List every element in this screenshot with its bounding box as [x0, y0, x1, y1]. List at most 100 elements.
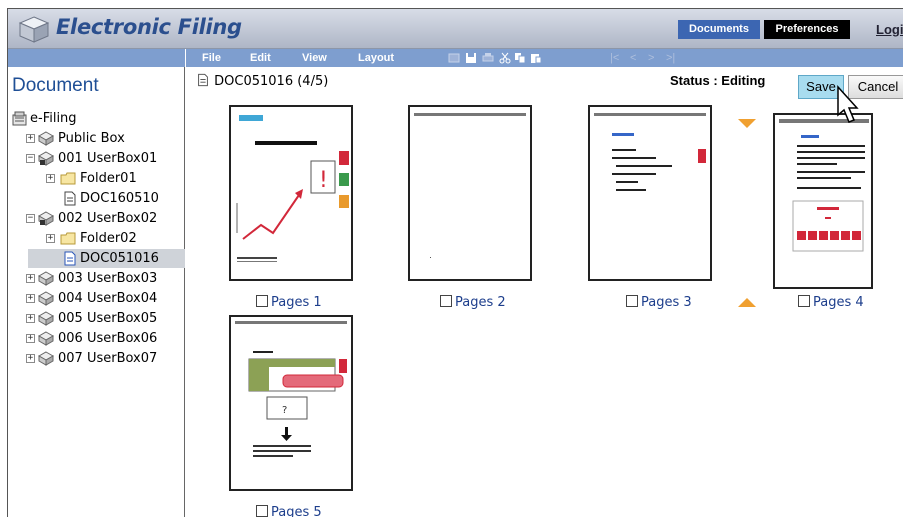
expand-icon[interactable]: + [46, 234, 55, 243]
tree-label: DOC160510 [80, 191, 159, 206]
sidebar-title: Document [12, 75, 99, 96]
tree-item-doc051016[interactable]: DOC051016 [28, 249, 185, 268]
scan-icon[interactable] [448, 52, 460, 64]
efiling-root-icon [12, 111, 27, 126]
userbox-icon [38, 331, 54, 346]
next-page-icon[interactable]: > [648, 49, 654, 67]
tab-documents[interactable]: Documents [678, 20, 760, 39]
tree-label: 002 UserBox02 [58, 211, 158, 226]
collapse-icon[interactable]: − [26, 214, 35, 223]
page-label-5[interactable]: Pages 5 [256, 504, 322, 517]
page-label-4[interactable]: Pages 4 [798, 294, 864, 311]
mouse-pointer-icon [837, 85, 859, 123]
tree-item-userbox04[interactable]: + 004 UserBox04 [26, 289, 159, 308]
tree-label: 004 UserBox04 [58, 291, 158, 306]
app-title: Electronic Filing [56, 15, 242, 39]
tree-item-userbox01[interactable]: − 001 UserBox01 [26, 149, 159, 168]
last-page-icon[interactable]: >| [666, 49, 675, 67]
document-icon [64, 191, 76, 206]
tree-item-doc160510[interactable]: DOC160510 [62, 189, 161, 208]
expand-icon[interactable]: + [26, 354, 35, 363]
main-pane: DOC051016 (4/5) Status : Editing Save Ca… [186, 67, 903, 517]
page-label-3[interactable]: Pages 3 [626, 294, 692, 311]
tree-label: 006 UserBox06 [58, 331, 158, 346]
public-box-icon [38, 131, 54, 146]
tab-preferences[interactable]: Preferences [764, 20, 850, 39]
tree-item-folder02[interactable]: + Folder02 [46, 229, 139, 248]
folder-icon [60, 172, 76, 185]
userbox-icon [38, 291, 54, 306]
app-frame: Electronic Filing Documents Preferences … [7, 8, 903, 517]
menu-layout[interactable]: Layout [358, 49, 394, 67]
tree-item-userbox02[interactable]: − 002 UserBox02 [26, 209, 159, 228]
page-3-label-text: Pages 3 [641, 295, 692, 310]
tree-item-userbox05[interactable]: + 005 UserBox05 [26, 309, 159, 328]
tree-item-userbox06[interactable]: + 006 UserBox06 [26, 329, 159, 348]
tree-label: 007 UserBox07 [58, 351, 158, 366]
page-label-2[interactable]: Pages 2 [440, 294, 506, 311]
userbox-icon [38, 311, 54, 326]
menu-view[interactable]: View [302, 49, 327, 67]
page-thumbnail-2[interactable] [408, 105, 532, 281]
move-down-icon[interactable] [738, 119, 756, 128]
page-2-label-text: Pages 2 [455, 295, 506, 310]
document-title: DOC051016 [214, 74, 294, 89]
userbox-icon [38, 271, 54, 286]
page-5-checkbox[interactable] [256, 505, 268, 517]
previous-page-icon[interactable]: < [630, 49, 636, 67]
expand-icon[interactable]: + [26, 314, 35, 323]
tree-item-efiling[interactable]: e-Filing [12, 109, 79, 128]
tree-label: Folder01 [80, 171, 137, 186]
tree-label: 003 UserBox03 [58, 271, 158, 286]
tree-item-folder01[interactable]: + Folder01 [46, 169, 139, 188]
svg-text:!: ! [319, 168, 328, 193]
login-link[interactable]: Logi [876, 20, 903, 39]
move-up-icon[interactable] [738, 298, 756, 307]
tree-label: Folder02 [80, 231, 137, 246]
expand-icon[interactable]: + [26, 334, 35, 343]
page-4-label-text: Pages 4 [813, 295, 864, 310]
expand-icon[interactable]: + [46, 174, 55, 183]
expand-icon[interactable]: + [26, 294, 35, 303]
page-label-1[interactable]: Pages 1 [256, 294, 322, 311]
locked-userbox-icon [38, 211, 54, 226]
efiling-logo-icon [18, 16, 50, 43]
tree-label: DOC051016 [78, 249, 161, 268]
cut-icon[interactable] [499, 52, 511, 64]
page-4-checkbox[interactable] [798, 295, 810, 307]
page-1-preview: ! [236, 115, 349, 262]
paste-icon[interactable] [530, 52, 542, 64]
page-2-checkbox[interactable] [440, 295, 452, 307]
expand-icon[interactable]: + [26, 274, 35, 283]
first-page-icon[interactable]: |< [610, 49, 619, 67]
collapse-icon[interactable]: − [26, 154, 35, 163]
page-thumbnail-4[interactable] [773, 113, 873, 289]
menu-file[interactable]: File [202, 49, 221, 67]
sidebar: Document e-Filing + Public Box − 001 Use… [8, 49, 185, 517]
document-icon [198, 73, 208, 87]
status-text: Status : Editing [670, 73, 766, 88]
userbox-icon [38, 351, 54, 366]
save-icon[interactable] [465, 52, 477, 64]
copy-icon[interactable] [514, 52, 526, 64]
page-3-checkbox[interactable] [626, 295, 638, 307]
page-thumbnail-5[interactable]: ? [229, 315, 353, 491]
page-thumbnail-1[interactable]: ! [229, 105, 353, 281]
page-4-preview [779, 119, 869, 252]
menu-edit[interactable]: Edit [250, 49, 271, 67]
tree-item-userbox07[interactable]: + 007 UserBox07 [26, 349, 159, 368]
folder-icon [60, 232, 76, 245]
menubar: File Edit View Layout |< < > >| [186, 49, 903, 67]
tree-item-public-box[interactable]: + Public Box [26, 129, 127, 148]
document-page-count: (4/5) [297, 74, 329, 89]
page-5-preview: ? [235, 321, 347, 457]
document-heading: DOC051016 (4/5) [196, 73, 328, 89]
expand-icon[interactable]: + [26, 134, 35, 143]
page-5-label-text: Pages 5 [271, 505, 322, 517]
page-thumbnail-3[interactable] [588, 105, 712, 281]
page-2-preview [414, 113, 526, 258]
document-icon [64, 251, 76, 266]
print-icon[interactable] [482, 52, 494, 64]
tree-item-userbox03[interactable]: + 003 UserBox03 [26, 269, 159, 288]
page-1-checkbox[interactable] [256, 295, 268, 307]
